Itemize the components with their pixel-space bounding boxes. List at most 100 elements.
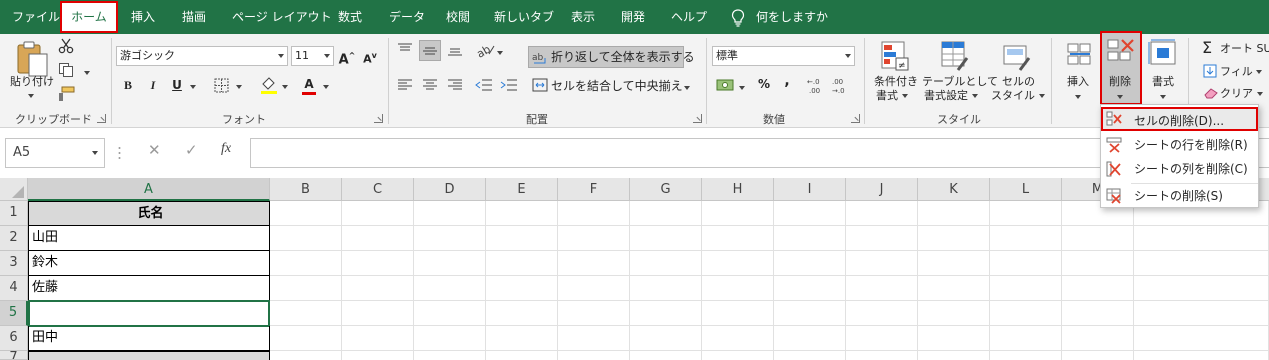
grid-cell[interactable] — [414, 201, 486, 226]
comma-button[interactable]: , — [777, 71, 797, 91]
grid-cell[interactable] — [1134, 276, 1269, 301]
grid-cell[interactable] — [846, 201, 918, 226]
autosum-icon[interactable]: Σ — [1202, 38, 1212, 58]
font-color-chevron-icon[interactable] — [323, 80, 329, 93]
formula-bar-grip-icon[interactable] — [118, 146, 121, 160]
grid-cell[interactable] — [342, 251, 414, 276]
fill-button[interactable]: フィル — [1220, 65, 1263, 78]
grid-cell[interactable] — [990, 301, 1062, 326]
grid-cell[interactable] — [774, 251, 846, 276]
font-name-combo[interactable]: 游ゴシック — [116, 46, 288, 66]
cell-a1[interactable]: 氏名 — [28, 201, 270, 226]
bold-button[interactable]: B — [118, 75, 138, 95]
grid-cell[interactable] — [486, 276, 558, 301]
tab-developer[interactable]: 開発 — [621, 0, 645, 34]
increase-indent-icon[interactable] — [500, 78, 518, 92]
grid-cell[interactable] — [342, 351, 414, 360]
cut-icon[interactable] — [58, 38, 74, 54]
menu-delete-sheet[interactable]: シートの削除(S) — [1101, 184, 1258, 208]
grid-cell[interactable] — [774, 301, 846, 326]
column-header-c[interactable]: C — [342, 178, 414, 201]
select-all-corner[interactable] — [0, 178, 28, 201]
grid-cell[interactable] — [702, 201, 774, 226]
merge-center-chevron-icon[interactable] — [684, 81, 690, 94]
column-header-h[interactable]: H — [702, 178, 774, 201]
clipboard-launcher-icon[interactable] — [97, 114, 106, 123]
number-format-combo[interactable]: 標準 — [712, 46, 855, 66]
column-header-d[interactable]: D — [414, 178, 486, 201]
align-left-icon[interactable] — [397, 78, 413, 92]
insert-cells-chevron-icon[interactable] — [1075, 90, 1081, 103]
grid-cell[interactable] — [270, 251, 342, 276]
grid-cell[interactable] — [486, 226, 558, 251]
format-painter-icon[interactable] — [58, 86, 76, 102]
conditional-formatting-button[interactable]: 条件付き — [871, 75, 921, 88]
row-header-6[interactable]: 6 — [0, 326, 28, 351]
grid-cell[interactable] — [414, 301, 486, 326]
grid-cell[interactable] — [342, 326, 414, 351]
grid-cell[interactable] — [630, 301, 702, 326]
row-header-5[interactable]: 5 — [0, 301, 28, 326]
menu-delete-sheet-columns[interactable]: シートの列を削除(C) — [1101, 157, 1258, 181]
grid-cell[interactable] — [1134, 351, 1269, 360]
grid-cell[interactable] — [846, 326, 918, 351]
copy-icon[interactable] — [58, 62, 74, 78]
column-header-b[interactable]: B — [270, 178, 342, 201]
tab-help[interactable]: ヘルプ — [671, 0, 707, 34]
clear-icon[interactable] — [1203, 87, 1219, 99]
column-header-e[interactable]: E — [486, 178, 558, 201]
cell-a2[interactable]: 山田 — [28, 226, 270, 251]
grow-font-button[interactable]: A^ — [337, 46, 357, 67]
orientation-chevron-icon[interactable] — [497, 46, 503, 59]
column-header-l[interactable]: L — [990, 178, 1062, 201]
grid-cell[interactable] — [702, 351, 774, 360]
grid-cell[interactable] — [486, 351, 558, 360]
grid-cell[interactable] — [846, 351, 918, 360]
grid-cell[interactable] — [774, 226, 846, 251]
grid-cell[interactable] — [702, 326, 774, 351]
tab-formulas[interactable]: 数式 — [338, 0, 362, 34]
tell-me-search[interactable]: 何をしますか — [756, 0, 828, 34]
grid-cell[interactable] — [630, 201, 702, 226]
grid-cell[interactable] — [630, 326, 702, 351]
grid-cell[interactable] — [414, 351, 486, 360]
grid-cell[interactable] — [486, 301, 558, 326]
grid-cell[interactable] — [918, 201, 990, 226]
grid-cell[interactable] — [630, 276, 702, 301]
grid-cell[interactable] — [774, 276, 846, 301]
copy-chevron-icon[interactable] — [84, 66, 90, 79]
grid-cell[interactable] — [918, 301, 990, 326]
format-as-table-icon[interactable] — [940, 40, 970, 72]
grid-cell[interactable] — [486, 251, 558, 276]
grid-cell[interactable] — [846, 276, 918, 301]
font-launcher-icon[interactable] — [374, 114, 383, 123]
align-bottom-icon[interactable] — [447, 43, 463, 57]
cell-a5[interactable] — [28, 300, 270, 327]
grid-cell[interactable] — [342, 226, 414, 251]
cell-a6[interactable]: 田中 — [28, 326, 270, 351]
grid-cell[interactable] — [558, 301, 630, 326]
row-header-4[interactable]: 4 — [0, 276, 28, 301]
grid-cell[interactable] — [630, 226, 702, 251]
tab-home[interactable]: ホーム — [60, 1, 118, 33]
paste-icon[interactable] — [15, 40, 49, 78]
grid-cell[interactable] — [414, 226, 486, 251]
tab-review[interactable]: 校閲 — [446, 0, 470, 34]
grid-cell[interactable] — [990, 251, 1062, 276]
tab-view[interactable]: 表示 — [571, 0, 595, 34]
grid-cell[interactable] — [774, 201, 846, 226]
grid-cell[interactable] — [1062, 251, 1134, 276]
align-right-icon[interactable] — [447, 78, 463, 92]
percent-button[interactable]: % — [754, 74, 774, 94]
insert-function-icon[interactable]: fx — [221, 141, 231, 157]
grid-cell[interactable] — [270, 301, 342, 326]
menu-delete-sheet-rows[interactable]: シートの行を削除(R) — [1101, 133, 1258, 157]
cell-styles-icon[interactable] — [1002, 40, 1032, 72]
row-header-7[interactable]: 7 — [0, 351, 28, 360]
increase-decimal-icon[interactable]: ←.0 .00 — [807, 76, 827, 94]
grid-cell[interactable] — [558, 351, 630, 360]
autosum-button[interactable]: オート SU — [1220, 42, 1269, 55]
grid-cell[interactable] — [558, 251, 630, 276]
format-cells-chevron-icon[interactable] — [1160, 90, 1166, 103]
grid-cell[interactable] — [918, 251, 990, 276]
